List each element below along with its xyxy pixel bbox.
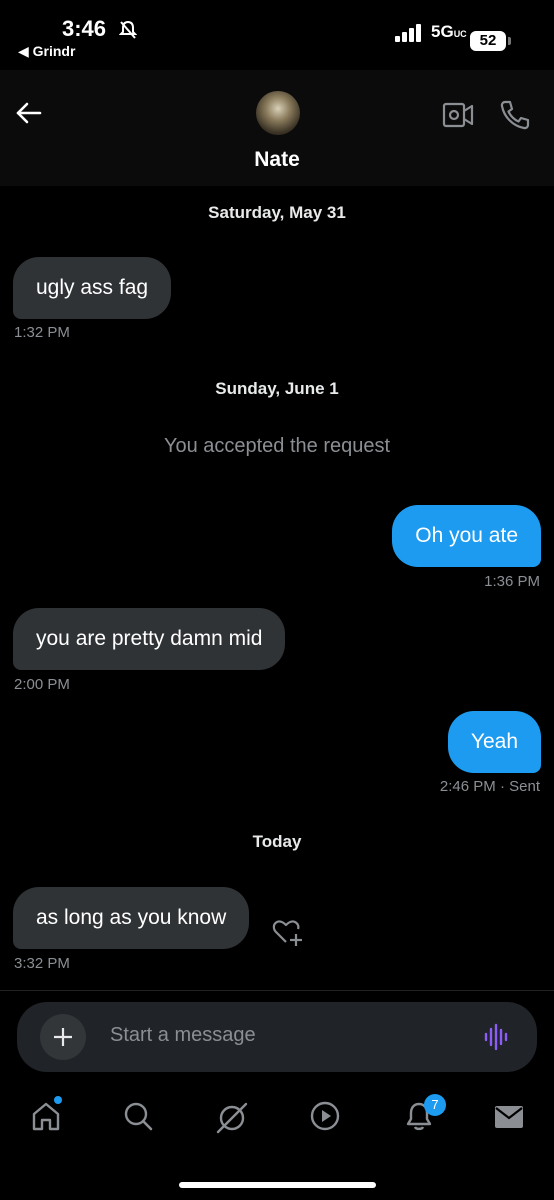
status-time: 3:46 [62,16,107,41]
add-media-button[interactable] [40,1014,86,1060]
plus-icon [54,1028,72,1046]
message-bubble-outgoing[interactable]: Oh you ate [392,505,541,567]
heart-add-icon[interactable] [272,918,304,948]
battery-tip [508,37,511,45]
back-to-app-link[interactable]: ◀ Grindr [18,43,75,60]
search-icon[interactable] [122,1100,154,1132]
play-icon[interactable] [309,1100,341,1132]
home-indicator [179,1182,376,1188]
date-separator: Sunday, June 1 [215,379,339,398]
home-icon[interactable] [30,1100,62,1132]
message-bubble-incoming[interactable]: ugly ass fag [13,257,172,319]
message-bubble-outgoing[interactable]: Yeah [447,711,541,773]
message-timestamp: 1:32 PM [14,324,70,341]
grok-icon[interactable] [214,1100,250,1136]
message-input[interactable]: Start a message [110,1024,256,1047]
date-separator: Saturday, May 31 [208,203,346,222]
notifications-badge: 7 [424,1094,446,1116]
home-notification-dot [54,1096,62,1104]
signal-icon [395,24,421,42]
message-timestamp: 2:00 PM [14,676,70,693]
message-composer: Start a message [17,1002,537,1072]
voice-icon[interactable] [483,1023,511,1051]
mail-icon[interactable] [493,1100,525,1132]
message-timestamp: 2:46 PM [439,778,496,795]
video-call-icon[interactable] [442,100,474,130]
date-separator: Today [252,832,302,851]
back-arrow-icon[interactable] [14,98,44,128]
battery-indicator: 52 [470,31,506,51]
message-timestamp: 3:32 PM [14,955,70,972]
message-timestamp: 1:36 PM [484,573,540,590]
message-bubble-incoming[interactable]: as long as you know [13,887,250,949]
avatar[interactable] [256,91,300,135]
message-timestamp-status: 2:46 PM · Sent [440,778,540,795]
contact-name[interactable]: Nate [0,148,554,172]
system-message: You accepted the request [163,435,391,457]
status-bar: 3:46 ◀ Grindr 5GUC 52 [0,0,554,70]
composer-divider [0,990,554,991]
bell-off-icon [119,20,137,39]
message-bubble-incoming[interactable]: you are pretty damn mid [13,608,286,670]
message-status: · Sent [499,778,540,795]
network-label: 5GUC [431,22,467,41]
phone-icon[interactable] [499,99,531,131]
